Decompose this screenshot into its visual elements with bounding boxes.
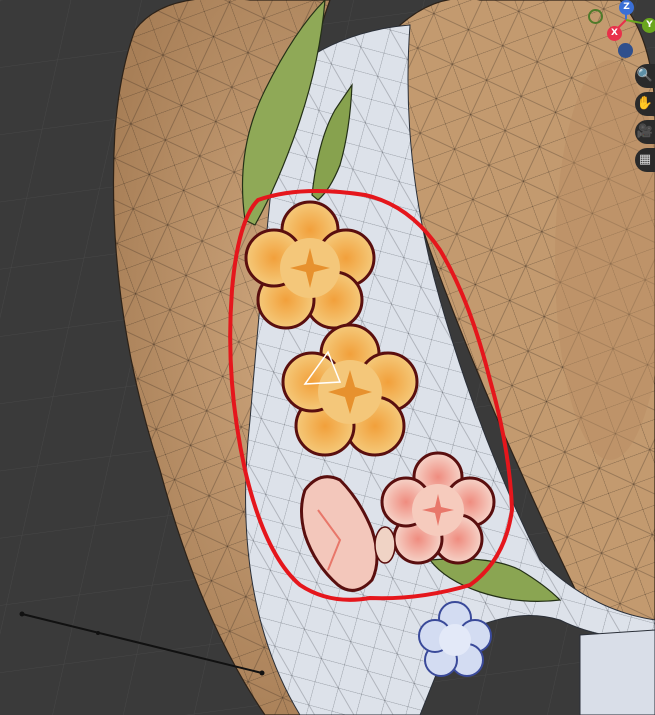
gizmo-z-axis[interactable]: Z [619, 0, 634, 15]
3d-viewport[interactable]: Z X Y 🔍 ✋ 🎥 ▦ [0, 0, 655, 715]
gizmo-neg-y-axis[interactable] [588, 9, 603, 24]
viewport-nav-tools: 🔍 ✋ 🎥 ▦ [635, 64, 655, 176]
navigation-gizmo[interactable]: Z X Y [580, 0, 655, 60]
line-endpoint-end [259, 670, 265, 676]
scene-render[interactable] [0, 0, 655, 715]
gizmo-y-axis[interactable]: Y [642, 18, 655, 33]
x-axis-label: X [611, 28, 618, 38]
y-axis-label: Y [646, 20, 653, 30]
zoom-icon[interactable]: 🔍 [635, 64, 655, 88]
line-midpoint [96, 631, 100, 635]
grid-icon[interactable]: ▦ [635, 148, 655, 172]
camera-icon[interactable]: 🎥 [635, 120, 655, 144]
z-axis-label: Z [623, 2, 630, 12]
gizmo-neg-z-axis[interactable] [618, 43, 633, 58]
line-endpoint-start [19, 611, 25, 617]
hand-icon[interactable]: ✋ [635, 92, 655, 116]
gizmo-x-axis[interactable]: X [607, 26, 622, 41]
